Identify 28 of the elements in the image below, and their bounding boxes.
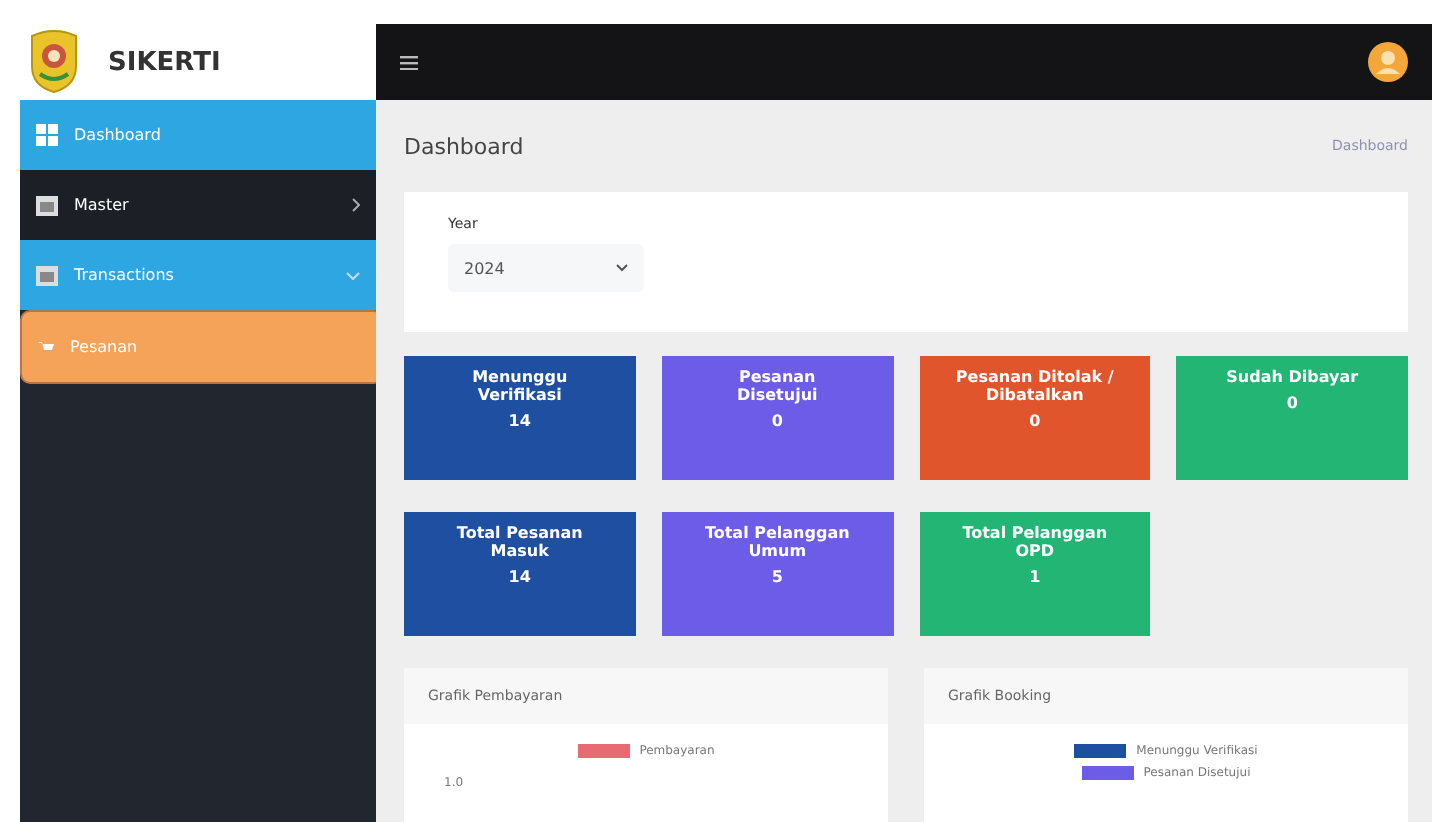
stat-label: Total Pelanggan OPD	[960, 524, 1110, 560]
stat-label: Sudah Dibayar	[1226, 368, 1359, 386]
window-icon	[36, 195, 58, 215]
sidebar-item[interactable]: Dashboard	[20, 100, 376, 170]
cart-icon	[38, 340, 54, 354]
stat-value: 5	[771, 568, 783, 586]
stat-label: Pesanan Ditolak / Dibatalkan	[955, 368, 1115, 404]
stat-value: 0	[771, 412, 783, 430]
stat-value: 0	[1029, 412, 1041, 430]
stat-label: Total Pesanan Masuk	[454, 524, 585, 560]
menu-icon[interactable]	[400, 55, 418, 69]
stat-label: Pesanan Disetujui	[734, 368, 820, 404]
stat-value: 14	[508, 412, 531, 430]
chevron-down-icon	[616, 264, 628, 272]
stat-label: Total Pelanggan Umum	[702, 524, 852, 560]
stat-label: Menunggu Verifikasi	[470, 368, 570, 404]
brand-name: SIKERTI	[108, 47, 221, 77]
year-select[interactable]: 2024	[448, 244, 644, 292]
page-title: Dashboard	[404, 133, 524, 159]
sidebar-item[interactable]: Transactions	[20, 240, 376, 310]
window-icon	[36, 265, 58, 285]
sidebar-item[interactable]: Master	[20, 170, 376, 240]
avatar-icon[interactable]	[1368, 42, 1408, 82]
logo-icon	[28, 30, 80, 94]
stat-value: 14	[508, 568, 531, 586]
stat-value: 0	[1286, 394, 1298, 412]
stat-value: 1	[1029, 568, 1041, 586]
dashboard-icon	[36, 124, 58, 146]
